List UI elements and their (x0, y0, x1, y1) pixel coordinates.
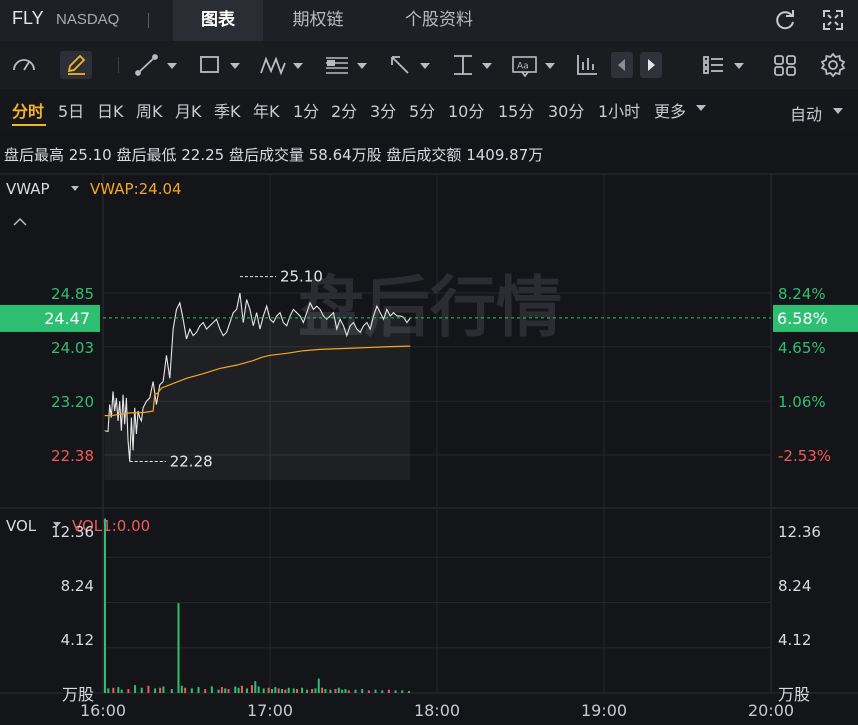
volume-bar (314, 688, 317, 693)
volume-bar (394, 690, 397, 693)
volume-bar (257, 686, 260, 693)
volume-bar (324, 689, 327, 693)
volume-bar (281, 689, 284, 693)
high-price-label: 25.10 (280, 268, 323, 286)
volume-bar (407, 691, 410, 693)
time-axis-label: 19:00 (581, 701, 627, 720)
volume-bar (117, 687, 120, 693)
time-axis-label: 16:00 (80, 701, 126, 720)
volume-axis-label: 8.24 (61, 577, 94, 595)
volume-bar (170, 689, 173, 693)
volume-bar (367, 690, 370, 693)
vwap-value-label: VWAP:24.04 (90, 180, 182, 198)
volume-bar (262, 688, 265, 693)
time-axis-label: 17:00 (247, 701, 293, 720)
volume-bar (112, 687, 115, 693)
price-axis-label: 23.20 (51, 393, 94, 411)
volume-bar (190, 688, 193, 693)
volume-bar (217, 689, 220, 693)
percent-axis-label: -2.53% (778, 447, 831, 465)
time-axis-label: 20:00 (748, 701, 794, 720)
volume-bar (120, 689, 123, 693)
volume-bar (311, 689, 314, 693)
volume-bar (317, 678, 320, 693)
volume-bar (381, 690, 384, 693)
volume-bar (337, 687, 340, 693)
volume-bar (210, 686, 213, 693)
volume-axis-label: 12.36 (778, 523, 821, 541)
volume-bar (134, 685, 137, 693)
volume-bar (140, 687, 143, 693)
volume-bar (287, 687, 290, 693)
volume-bar (274, 687, 277, 693)
volume-bar (162, 686, 165, 693)
volume-bar (354, 689, 357, 693)
collapse-up-icon[interactable] (13, 217, 27, 226)
volume-bar (361, 689, 364, 693)
price-axis-label: 24.85 (51, 285, 94, 303)
volume-bar (147, 685, 150, 693)
volume-bar (296, 689, 299, 693)
volume-bar (344, 689, 347, 693)
volume-bar (301, 687, 304, 693)
volume-bar (347, 690, 350, 693)
vwap-indicator-name: VWAP (6, 180, 50, 198)
volume-bar (250, 685, 253, 693)
volume-bar (254, 681, 257, 693)
volume-bar (245, 688, 248, 693)
volume-bar (277, 688, 280, 693)
volume-bar (240, 685, 243, 693)
volume-bar (184, 687, 187, 693)
volume-bar (227, 689, 230, 693)
vol-indicator-name: VOL (6, 517, 37, 535)
volume-bar (197, 687, 200, 693)
volume-bar (292, 688, 295, 693)
volume-axis-label: 4.12 (778, 631, 811, 649)
intraday-chart[interactable]: 盘后行情VWAP VWAP:24.0425.1022.2824.8524.0323… (0, 0, 858, 725)
volume-axis-label: 8.24 (778, 577, 811, 595)
chevron-down-icon[interactable] (71, 186, 79, 191)
volume-bar (159, 687, 162, 693)
volume-bar (224, 688, 227, 693)
volume-bar (104, 518, 106, 693)
low-price-label: 22.28 (170, 453, 213, 471)
volume-bar (237, 687, 240, 693)
volume-bar (127, 689, 130, 693)
volume-bar (204, 689, 207, 693)
volume-bar (334, 689, 337, 693)
volume-bar (306, 689, 309, 693)
percent-axis-label: 8.24% (778, 285, 826, 303)
percent-axis-label: 4.65% (778, 339, 826, 357)
volume-bar (401, 690, 404, 693)
volume-bar (329, 689, 332, 693)
current-percent-value: 6.58% (777, 309, 828, 328)
volume-bar (267, 687, 270, 693)
volume-bar (234, 686, 237, 693)
price-axis-label: 22.38 (51, 447, 94, 465)
percent-axis-label: 1.06% (778, 393, 826, 411)
volume-bar (177, 603, 180, 693)
volume-bar (387, 689, 390, 693)
volume-bar (271, 689, 273, 693)
current-price-value: 24.47 (44, 309, 90, 328)
volume-bar (321, 687, 324, 693)
volume-bar (220, 687, 223, 693)
price-axis-label: 24.03 (51, 339, 94, 357)
volume-bar (284, 689, 287, 693)
volume-axis-label: 4.12 (61, 631, 94, 649)
volume-bar (180, 685, 183, 693)
volume-axis-label: 12.36 (51, 523, 94, 541)
volume-bar (341, 689, 344, 693)
volume-bar (154, 688, 157, 693)
time-axis-label: 18:00 (414, 701, 460, 720)
volume-bar (374, 689, 377, 693)
volume-bar (107, 688, 110, 693)
